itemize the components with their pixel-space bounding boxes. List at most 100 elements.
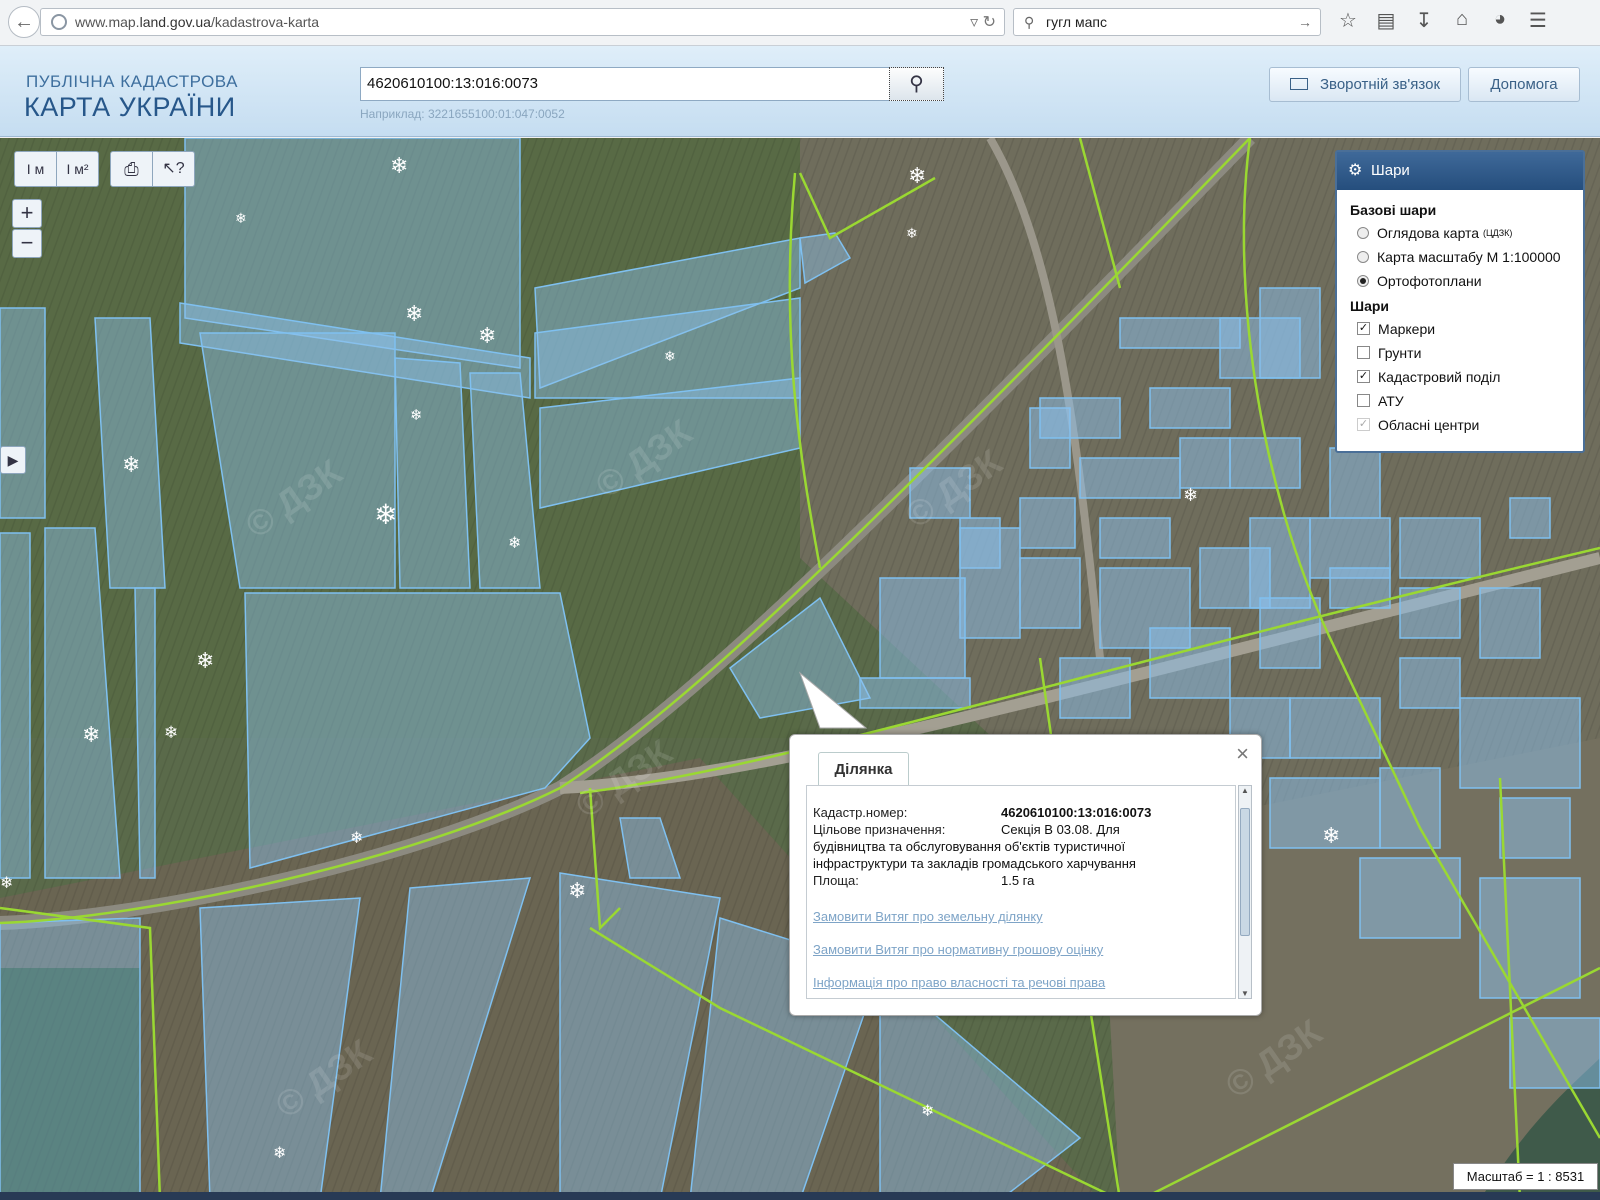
reading-list-icon[interactable]: ▤ bbox=[1373, 8, 1399, 33]
svg-text:❄: ❄ bbox=[164, 723, 178, 743]
measure-line-button[interactable]: I м bbox=[15, 152, 57, 186]
scroll-down-arrow-icon[interactable]: ▼ bbox=[1239, 989, 1251, 998]
measure-toolbar: I м I м² bbox=[14, 151, 99, 187]
feedback-button[interactable]: Зворотній зв'язок bbox=[1269, 67, 1461, 102]
url-prefix: www.map. bbox=[75, 14, 140, 30]
svg-text:❄: ❄ bbox=[478, 324, 496, 349]
base-layer-scale-map[interactable]: Карта масштабу М 1:100000 bbox=[1357, 247, 1583, 266]
close-icon[interactable]: × bbox=[1236, 741, 1249, 767]
popup-tab-parcel[interactable]: Ділянка bbox=[818, 752, 909, 785]
search-icon: ⚲ bbox=[1024, 14, 1035, 30]
go-arrow-icon[interactable]: → bbox=[1298, 9, 1312, 35]
zoom-in-button[interactable]: + bbox=[12, 199, 42, 228]
home-icon[interactable]: ⌂ bbox=[1449, 8, 1475, 33]
overlay-layers-title: Шари bbox=[1350, 298, 1390, 314]
cadastral-number-label: Кадастр.номер: bbox=[813, 805, 908, 820]
svg-text:❄: ❄ bbox=[405, 302, 423, 327]
layer-label: АТУ bbox=[1378, 392, 1404, 409]
layers-panel: ⚙ Шари Базові шари Оглядова карта (ЦДЗК) … bbox=[1335, 150, 1585, 453]
page: ← www.map. land.gov.ua/kadastrova-karta ▿… bbox=[0, 0, 1600, 1200]
base-layer-label: Оглядова карта bbox=[1377, 224, 1480, 241]
search-example: Наприклад: 3221655100:01:047:0052 bbox=[360, 107, 565, 121]
svg-text:❄: ❄ bbox=[196, 649, 214, 674]
globe-icon bbox=[51, 14, 67, 30]
search-button[interactable]: ⚲ bbox=[889, 67, 944, 101]
scroll-up-arrow-icon[interactable]: ▲ bbox=[1239, 786, 1251, 795]
radio-button[interactable] bbox=[1357, 250, 1369, 263]
layer-atu[interactable]: АТУ bbox=[1357, 391, 1583, 410]
svg-text:❄: ❄ bbox=[908, 164, 926, 189]
reload-icon[interactable]: ▿ ↻ bbox=[970, 12, 996, 32]
svg-text:❄: ❄ bbox=[664, 349, 676, 365]
download-icon[interactable]: ↧ bbox=[1411, 8, 1437, 33]
layer-label: Кадастровий поділ bbox=[1378, 368, 1501, 385]
os-taskbar bbox=[0, 1192, 1600, 1200]
print-toolbar: ⎙ ↖? bbox=[110, 151, 195, 187]
menu-icon[interactable]: ☰ bbox=[1525, 8, 1551, 33]
site-header: ПУБЛІЧНА КАДАСТРОВА КАРТА УКРАЇНИ 462061… bbox=[0, 46, 1600, 137]
svg-text:❄: ❄ bbox=[921, 1101, 934, 1120]
zoom-out-button[interactable]: − bbox=[12, 229, 42, 258]
layer-cadastral-division[interactable]: ✓ Кадастровий поділ bbox=[1357, 367, 1583, 386]
svg-text:❄: ❄ bbox=[374, 498, 397, 531]
checkbox-checked[interactable]: ✓ bbox=[1357, 370, 1370, 383]
back-button[interactable]: ← bbox=[8, 6, 40, 38]
order-parcel-extract-link[interactable]: Замовити Витяг про земельну ділянку bbox=[813, 909, 1221, 924]
measure-area-button[interactable]: I м² bbox=[57, 152, 98, 186]
layer-soils[interactable]: Грунти bbox=[1357, 343, 1583, 362]
purpose-continuation-2: інфраструктури та закладів громадського … bbox=[813, 856, 1136, 871]
svg-text:❄: ❄ bbox=[410, 406, 423, 424]
browser-search-input[interactable]: ⚲ гугл мапс → bbox=[1013, 8, 1321, 36]
base-layer-label: Ортофотоплани bbox=[1377, 272, 1482, 289]
svg-text:❄: ❄ bbox=[122, 453, 140, 478]
address-bar[interactable]: www.map. land.gov.ua/kadastrova-karta ▿ ↻ bbox=[40, 8, 1005, 36]
base-layer-label: Карта масштабу М 1:100000 bbox=[1377, 248, 1561, 265]
url-host: land.gov.ua bbox=[139, 14, 211, 30]
layer-label: Грунти bbox=[1378, 344, 1422, 361]
parcel-popup: Ділянка × Кадастр.номер: 4620610100:13:01… bbox=[789, 734, 1262, 1016]
purpose-label: Цільове призначення: bbox=[813, 822, 946, 837]
bookmark-star-icon[interactable]: ☆ bbox=[1335, 8, 1361, 33]
expand-panel-arrow-icon[interactable]: ▶ bbox=[0, 446, 26, 474]
base-layer-sup: (ЦДЗК) bbox=[1482, 227, 1513, 238]
envelope-icon bbox=[1289, 78, 1308, 90]
logo-line1: ПУБЛІЧНА КАДАСТРОВА bbox=[26, 72, 238, 91]
radio-button[interactable] bbox=[1357, 226, 1369, 239]
sync-icon[interactable]: ◕ bbox=[1487, 8, 1513, 33]
url-path: /kadastrova-karta bbox=[210, 14, 320, 30]
checkbox-checked[interactable]: ✓ bbox=[1357, 322, 1370, 335]
layers-panel-header[interactable]: ⚙ Шари bbox=[1337, 152, 1583, 190]
area-label: Площа: bbox=[813, 873, 859, 888]
popup-scrollbar[interactable]: ▲ ▼ bbox=[1238, 785, 1252, 999]
layers-title: Шари bbox=[1371, 162, 1410, 179]
cadastral-search-input[interactable]: 4620610100:13:016:0073 bbox=[360, 67, 890, 101]
base-layer-overview[interactable]: Оглядова карта (ЦДЗК) bbox=[1357, 223, 1583, 242]
svg-text:❄: ❄ bbox=[1183, 485, 1198, 506]
search-icon: ⚲ bbox=[909, 73, 924, 95]
gear-icon: ⚙ bbox=[1348, 162, 1363, 179]
identify-cursor-icon[interactable]: ↖? bbox=[153, 152, 194, 186]
scale-indicator: Масштаб = 1 : 8531 bbox=[1453, 1163, 1598, 1190]
checkbox[interactable] bbox=[1357, 346, 1370, 359]
svg-text:❄: ❄ bbox=[235, 211, 247, 227]
browser-toolbar: ← www.map. land.gov.ua/kadastrova-karta ▿… bbox=[0, 0, 1600, 46]
ownership-info-link[interactable]: Інформація про право власності та речові… bbox=[813, 975, 1221, 990]
base-layer-orthophoto[interactable]: Ортофотоплани bbox=[1357, 271, 1583, 290]
svg-text:❄: ❄ bbox=[390, 154, 408, 179]
cadastral-number-value: 4620610100:13:016:0073 bbox=[1001, 805, 1152, 820]
layer-regional-centers: ✓ Обласні центри bbox=[1357, 415, 1583, 434]
scroll-thumb[interactable] bbox=[1240, 808, 1250, 936]
radio-button-selected[interactable] bbox=[1357, 274, 1369, 287]
layer-label: Маркери bbox=[1378, 320, 1436, 337]
svg-text:❄: ❄ bbox=[508, 533, 521, 552]
layer-markers[interactable]: ✓ Маркери bbox=[1357, 319, 1583, 338]
checkbox[interactable] bbox=[1357, 394, 1370, 407]
order-valuation-extract-link[interactable]: Замовити Витяг про нормативну грошову оц… bbox=[813, 942, 1221, 957]
logo-line2: КАРТА УКРАЇНИ bbox=[24, 92, 236, 122]
base-layers-list: Оглядова карта (ЦДЗК) Карта масштабу М 1… bbox=[1337, 223, 1583, 290]
print-icon[interactable]: ⎙ bbox=[111, 152, 153, 186]
popup-body: Кадастр.номер: 4620610100:13:016:0073 Ціл… bbox=[806, 785, 1236, 999]
feedback-label: Зворотній зв'язок bbox=[1319, 76, 1441, 93]
purpose-value: Секція В 03.08. Для bbox=[1001, 822, 1120, 837]
help-button[interactable]: Допомога bbox=[1468, 67, 1580, 102]
